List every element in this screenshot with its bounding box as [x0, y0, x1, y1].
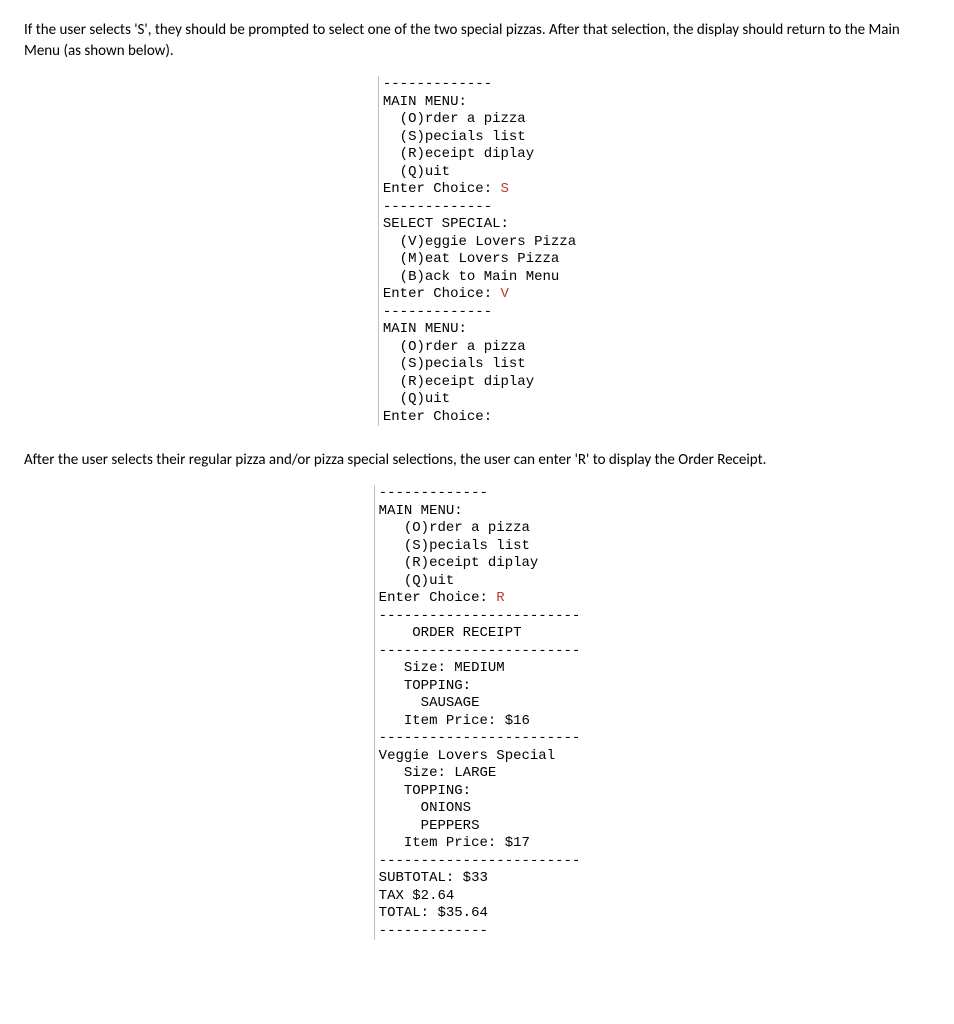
- item-size: Size: MEDIUM: [379, 660, 505, 676]
- select-special-header: SELECT SPECIAL:: [383, 216, 509, 232]
- special-option-meat: (M)eat Lovers Pizza: [383, 251, 559, 267]
- enter-choice-blank: Enter Choice:: [383, 409, 492, 425]
- sep-long: ------------------------: [379, 643, 581, 659]
- sep-long: ------------------------: [379, 730, 581, 746]
- sep-long: ------------------------: [379, 608, 581, 624]
- user-input-s: S: [501, 181, 509, 197]
- special-option-back: (B)ack to Main Menu: [383, 269, 559, 285]
- menu-option-specials: (S)pecials list: [383, 129, 526, 145]
- menu-option-quit: (Q)uit: [383, 164, 450, 180]
- item-topping-label: TOPPING:: [379, 678, 471, 694]
- menu-option-order: (O)rder a pizza: [383, 339, 526, 355]
- instruction-para-1: If the user selects 'S', they should be …: [24, 20, 930, 62]
- menu-option-order: (O)rder a pizza: [383, 111, 526, 127]
- sep: -------------: [379, 485, 488, 501]
- main-menu-header: MAIN MENU:: [379, 503, 463, 519]
- sep: -------------: [379, 923, 488, 939]
- main-menu-header: MAIN MENU:: [383, 94, 467, 110]
- item-topping-label: TOPPING:: [379, 783, 471, 799]
- tax: TAX $2.64: [379, 888, 455, 904]
- sep: -------------: [383, 76, 492, 92]
- special-option-veggie: (V)eggie Lovers Pizza: [383, 234, 576, 250]
- sep: -------------: [383, 304, 492, 320]
- instruction-para-2: After the user selects their regular piz…: [24, 450, 930, 471]
- item-size: Size: LARGE: [379, 765, 497, 781]
- menu-option-specials: (S)pecials list: [383, 356, 526, 372]
- main-menu-header: MAIN MENU:: [383, 321, 467, 337]
- menu-option-quit: (Q)uit: [379, 573, 455, 589]
- enter-choice-label: Enter Choice:: [379, 590, 497, 606]
- item-price: Item Price: $16: [379, 713, 530, 729]
- menu-option-quit: (Q)uit: [383, 391, 450, 407]
- user-input-v: V: [501, 286, 509, 302]
- menu-option-receipt: (R)eceipt diplay: [383, 146, 534, 162]
- total: TOTAL: $35.64: [379, 905, 488, 921]
- receipt-title: ORDER RECEIPT: [379, 625, 522, 641]
- sep-long: ------------------------: [379, 853, 581, 869]
- item-topping: ONIONS: [379, 800, 471, 816]
- item-topping: SAUSAGE: [379, 695, 480, 711]
- item-price: Item Price: $17: [379, 835, 530, 851]
- menu-option-specials: (S)pecials list: [379, 538, 530, 554]
- item-topping: PEPPERS: [379, 818, 480, 834]
- menu-option-order: (O)rder a pizza: [379, 520, 530, 536]
- terminal-output-receipt: ------------- MAIN MENU: (O)rder a pizza…: [374, 485, 581, 940]
- item-name: Veggie Lovers Special: [379, 748, 555, 764]
- enter-choice-label: Enter Choice:: [383, 181, 501, 197]
- enter-choice-label: Enter Choice:: [383, 286, 501, 302]
- sep: -------------: [383, 199, 492, 215]
- user-input-r: R: [496, 590, 504, 606]
- menu-option-receipt: (R)eceipt diplay: [379, 555, 539, 571]
- subtotal: SUBTOTAL: $33: [379, 870, 488, 886]
- terminal-output-specials: ------------- MAIN MENU: (O)rder a pizza…: [378, 76, 576, 426]
- menu-option-receipt: (R)eceipt diplay: [383, 374, 534, 390]
